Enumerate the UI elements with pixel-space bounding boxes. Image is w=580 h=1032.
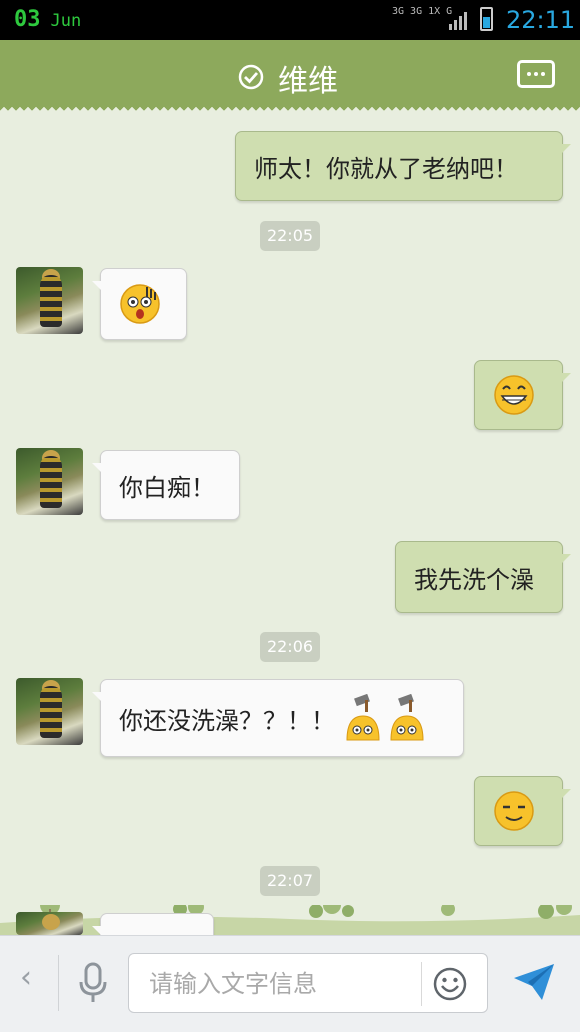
emoji-picker-icon[interactable]	[432, 966, 468, 1002]
avatar[interactable]	[16, 678, 83, 745]
message-input[interactable]	[147, 964, 411, 1004]
background-scenery	[0, 905, 580, 935]
chat-title: 维维	[278, 64, 338, 99]
grin-emoji-icon	[494, 375, 534, 415]
dot-icon	[527, 72, 531, 76]
dot-icon	[541, 72, 545, 76]
message-bubble[interactable]	[92, 268, 187, 340]
status-bar: 03 Jun 3G 3G 1X G 22:11	[0, 0, 580, 40]
avatar[interactable]	[16, 448, 83, 515]
network-indicator: 3G 3G 1X G	[392, 6, 453, 17]
status-date: 03 Jun	[14, 7, 82, 32]
more-menu-button[interactable]	[517, 60, 555, 88]
content-smile-emoji-icon	[494, 791, 534, 831]
message-bubble[interactable]: 我先洗个澡	[395, 541, 571, 613]
message-bubble[interactable]	[474, 360, 571, 430]
message-bubble[interactable]: 师太！你就从了老纳吧！	[235, 131, 571, 201]
status-time: 22:11	[506, 6, 576, 34]
message-bubble[interactable]	[474, 776, 571, 846]
online-check-icon	[238, 64, 264, 90]
timestamp: 22:07	[260, 866, 320, 896]
divider	[58, 955, 59, 1011]
back-chevron-icon[interactable]: ‹	[20, 960, 32, 995]
message-bubble[interactable]: 你还没洗澡？？！！	[92, 679, 464, 757]
timestamp: 22:05	[260, 221, 320, 251]
hammer-emoji-icon	[346, 694, 424, 741]
shocked-emoji-icon	[120, 284, 160, 324]
send-icon[interactable]	[512, 962, 556, 1002]
message-bubble[interactable]	[92, 913, 214, 935]
battery-icon	[480, 7, 493, 31]
message-text: 你白痴！	[119, 473, 215, 502]
message-input-box[interactable]	[128, 953, 488, 1013]
message-text: 我先洗个澡	[414, 565, 534, 594]
timestamp: 22:06	[260, 632, 320, 662]
message-bubble[interactable]: 你白痴！	[92, 450, 240, 520]
message-text: 你还没洗澡？？！！	[119, 706, 335, 735]
dot-icon	[534, 72, 538, 76]
avatar[interactable]	[16, 267, 83, 334]
avatar[interactable]	[16, 912, 83, 935]
divider	[421, 962, 422, 1006]
microphone-icon[interactable]	[78, 962, 108, 1004]
signal-icon	[449, 12, 467, 30]
message-text: 师太！你就从了老纳吧！	[254, 154, 518, 183]
